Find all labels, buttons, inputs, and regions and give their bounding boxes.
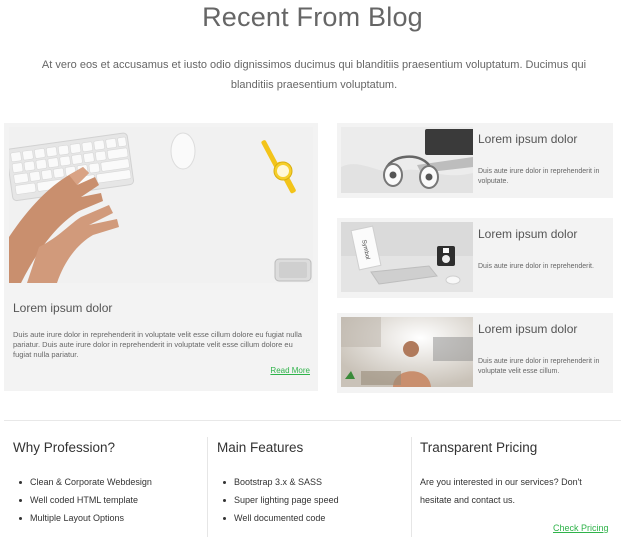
list-item: Well coded HTML template [13, 491, 152, 509]
pricing-text: Are you interested in our services? Don'… [420, 477, 582, 505]
post-excerpt: Duis aute irure dolor in reprehenderit i… [478, 168, 600, 185]
section-divider [4, 420, 621, 421]
column-title: Why Profession? [13, 440, 116, 455]
feature-list: Clean & Corporate Webdesign Well coded H… [13, 473, 152, 527]
headphones-laptop-photo [341, 127, 473, 193]
list-item: Bootstrap 3.x & SASS [217, 473, 339, 491]
main-features-column: Main Features Bootstrap 3.x & SASS Super… [217, 440, 339, 527]
typing-on-keyboard-photo [9, 127, 313, 283]
read-more-link[interactable]: Read More [270, 366, 310, 375]
post-title[interactable]: Lorem ipsum dolor [478, 132, 577, 146]
feature-list: Bootstrap 3.x & SASS Super lighting page… [217, 473, 339, 527]
featured-post-excerpt: Duis aute irure dolor in reprehenderit i… [13, 330, 302, 359]
blog-post-card: Lorem ipsum dolor Duis aute irure dolor … [337, 123, 613, 198]
section-title: Recent From Blog [202, 2, 423, 32]
post-title[interactable]: Lorem ipsum dolor [478, 227, 577, 241]
blog-post-card: Symbol Lorem ipsum dolor Duis aute irure… [337, 218, 613, 298]
office-photo [341, 317, 473, 387]
post-title[interactable]: Lorem ipsum dolor [478, 322, 577, 336]
why-profession-column: Why Profession? Clean & Corporate Webdes… [13, 440, 152, 527]
desk-laptop-photo: Symbol [341, 222, 473, 292]
post-excerpt: Duis aute irure dolor in reprehenderit i… [478, 358, 600, 375]
transparent-pricing-column: Transparent Pricing Are you interested i… [420, 440, 606, 509]
featured-post-card: Lorem ipsum dolor Duis aute irure dolor … [4, 123, 318, 391]
list-item: Multiple Layout Options [13, 509, 152, 527]
post-excerpt: Duis aute irure dolor in reprehenderit. [478, 263, 594, 270]
section-intro: At vero eos et accusamus et iusto odio d… [41, 59, 587, 91]
post-thumbnail-desk-laptop[interactable]: Symbol [341, 222, 473, 292]
check-pricing-link[interactable]: Check Pricing [553, 523, 609, 533]
blog-post-card: Lorem ipsum dolor Duis aute irure dolor … [337, 313, 613, 393]
column-title: Main Features [217, 440, 304, 455]
list-item: Clean & Corporate Webdesign [13, 473, 152, 491]
column-title: Transparent Pricing [420, 440, 538, 455]
post-thumbnail-office[interactable] [341, 317, 473, 387]
featured-post-title[interactable]: Lorem ipsum dolor [13, 301, 112, 315]
column-divider [411, 437, 412, 537]
column-divider [207, 437, 208, 537]
list-item: Well documented code [217, 509, 339, 527]
post-thumbnail-headphones-laptop[interactable] [341, 127, 473, 193]
featured-post-image[interactable] [9, 127, 313, 283]
list-item: Super lighting page speed [217, 491, 339, 509]
